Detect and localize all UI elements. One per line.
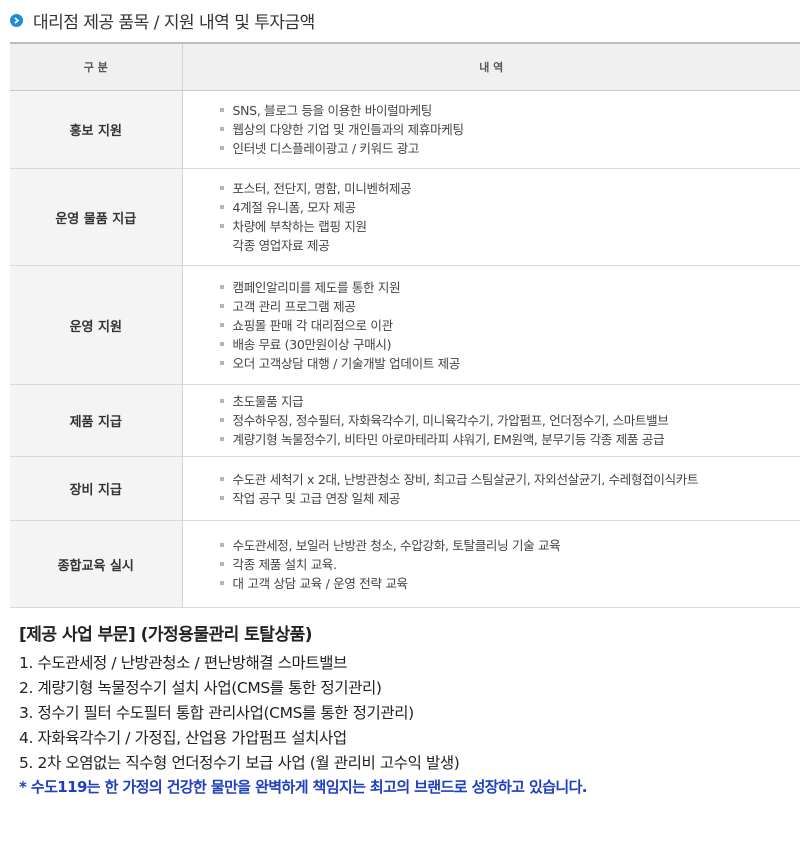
row-details: 캠페인알리미를 제도를 통한 지원 고객 관리 프로그램 제공 쇼핑몰 판매 각… xyxy=(182,265,801,385)
business-line: 2. 계량기형 녹물정수기 설치 사업(CMS를 통한 정기관리) xyxy=(19,679,382,697)
list-item: SNS, 블로그 등을 이용한 바이럴마케팅 xyxy=(218,101,801,120)
row-category: 운영 물품 지급 xyxy=(10,168,183,266)
list-item: 오더 고객상담 대행 / 기술개발 업데이트 제공 xyxy=(218,354,801,373)
row-category: 종합교육 실시 xyxy=(10,520,183,608)
list-item: 수도관 세척기 x 2대, 난방관청소 장비, 최고급 스팀살균기, 자외선살균… xyxy=(218,470,801,489)
list-item: 고객 관리 프로그램 제공 xyxy=(218,297,801,316)
list-item: 각종 영업자료 제공 xyxy=(232,238,330,253)
list-item: 계량기형 녹물정수기, 비타민 아로마테라피 샤워기, EM원액, 분무기등 각… xyxy=(218,430,801,449)
header-category: 구 분 xyxy=(10,42,183,91)
list-item: 웹상의 다양한 기업 및 개인들과의 제휴마케팅 xyxy=(218,120,801,139)
table-row: 제품 지급 초도물품 지급 정수하우징, 정수필터, 자화육각수기, 미니육각수… xyxy=(10,384,801,457)
section-title: 대리점 제공 품목 / 지원 내역 및 투자금액 xyxy=(33,12,315,33)
row-category: 홍보 지원 xyxy=(10,90,183,169)
business-line: 1. 수도관세정 / 난방관청소 / 편난방해결 스마트밸브 xyxy=(19,654,347,672)
list-item: 차량에 부착하는 랩핑 지원 xyxy=(218,217,801,236)
list-item: 인터넷 디스플레이광고 / 키워드 광고 xyxy=(218,139,801,158)
support-table: 구 분 내 역 홍보 지원 SNS, 블로그 등을 이용한 바이럴마케팅 웹상의… xyxy=(10,42,800,608)
business-line: 3. 정수기 필터 수도필터 통합 관리사업(CMS를 통한 정기관리) xyxy=(19,704,414,722)
chevron-right-circle-icon xyxy=(10,13,23,27)
section-heading: 대리점 제공 품목 / 지원 내역 및 투자금액 xyxy=(10,8,315,33)
business-line: 5. 2차 오염없는 직수형 언더정수기 보급 사업 (월 관리비 고수익 발생… xyxy=(19,754,460,772)
business-title: [제공 사업 부문] (가정용물관리 토탈상품) xyxy=(19,625,313,645)
business-line: 4. 자화육각수기 / 가정집, 산업용 가압펌프 설치사업 xyxy=(19,729,347,747)
list-item: 수도관세정, 보일러 난방관 청소, 수압강화, 토탈클리닝 기술 교육 xyxy=(218,536,801,555)
list-item: 캠페인알리미를 제도를 통한 지원 xyxy=(218,278,801,297)
table-row: 운영 지원 캠페인알리미를 제도를 통한 지원 고객 관리 프로그램 제공 쇼핑… xyxy=(10,265,801,385)
row-category: 장비 지급 xyxy=(10,456,183,521)
list-item: 4계절 유니폼, 모자 제공 xyxy=(218,198,801,217)
row-details: 수도관세정, 보일러 난방관 청소, 수압강화, 토탈클리닝 기술 교육 각종 … xyxy=(182,520,801,608)
list-item: 작업 공구 및 고급 연장 일체 제공 xyxy=(218,489,801,508)
brand-note: * 수도119는 한 가정의 건강한 물만을 완벽하게 책임지는 최고의 브랜드… xyxy=(19,778,588,796)
row-details: SNS, 블로그 등을 이용한 바이럴마케팅 웹상의 다양한 기업 및 개인들과… xyxy=(182,90,801,169)
list-item: 쇼핑몰 판매 각 대리점으로 이관 xyxy=(218,316,801,335)
table-row: 장비 지급 수도관 세척기 x 2대, 난방관청소 장비, 최고급 스팀살균기,… xyxy=(10,456,801,521)
table-row: 운영 물품 지급 포스터, 전단지, 명함, 미니벤허제공 4계절 유니폼, 모… xyxy=(10,168,801,266)
list-item: 정수하우징, 정수필터, 자화육각수기, 미니육각수기, 가압펌프, 언더정수기… xyxy=(218,411,801,430)
list-item: 초도물품 지급 xyxy=(218,392,801,411)
list-item: 포스터, 전단지, 명함, 미니벤허제공 xyxy=(218,179,801,198)
table-header-row: 구 분 내 역 xyxy=(10,42,800,91)
list-item: 배송 무료 (30만원이상 구매시) xyxy=(218,335,801,354)
row-details: 수도관 세척기 x 2대, 난방관청소 장비, 최고급 스팀살균기, 자외선살균… xyxy=(182,456,801,521)
table-row: 종합교육 실시 수도관세정, 보일러 난방관 청소, 수압강화, 토탈클리닝 기… xyxy=(10,520,801,608)
row-category: 제품 지급 xyxy=(10,384,183,457)
header-details: 내 역 xyxy=(182,42,800,91)
list-item: 각종 제품 설치 교육. xyxy=(218,555,801,574)
row-details: 포스터, 전단지, 명함, 미니벤허제공 4계절 유니폼, 모자 제공 차량에 … xyxy=(182,168,801,266)
row-category: 운영 지원 xyxy=(10,265,183,385)
table-row: 홍보 지원 SNS, 블로그 등을 이용한 바이럴마케팅 웹상의 다양한 기업 … xyxy=(10,90,801,169)
row-details: 초도물품 지급 정수하우징, 정수필터, 자화육각수기, 미니육각수기, 가압펌… xyxy=(182,384,801,457)
business-section: [제공 사업 부문] (가정용물관리 토탈상품) 1. 수도관세정 / 난방관청… xyxy=(19,620,794,800)
list-item: 대 고객 상담 교육 / 운영 전략 교육 xyxy=(218,574,801,593)
